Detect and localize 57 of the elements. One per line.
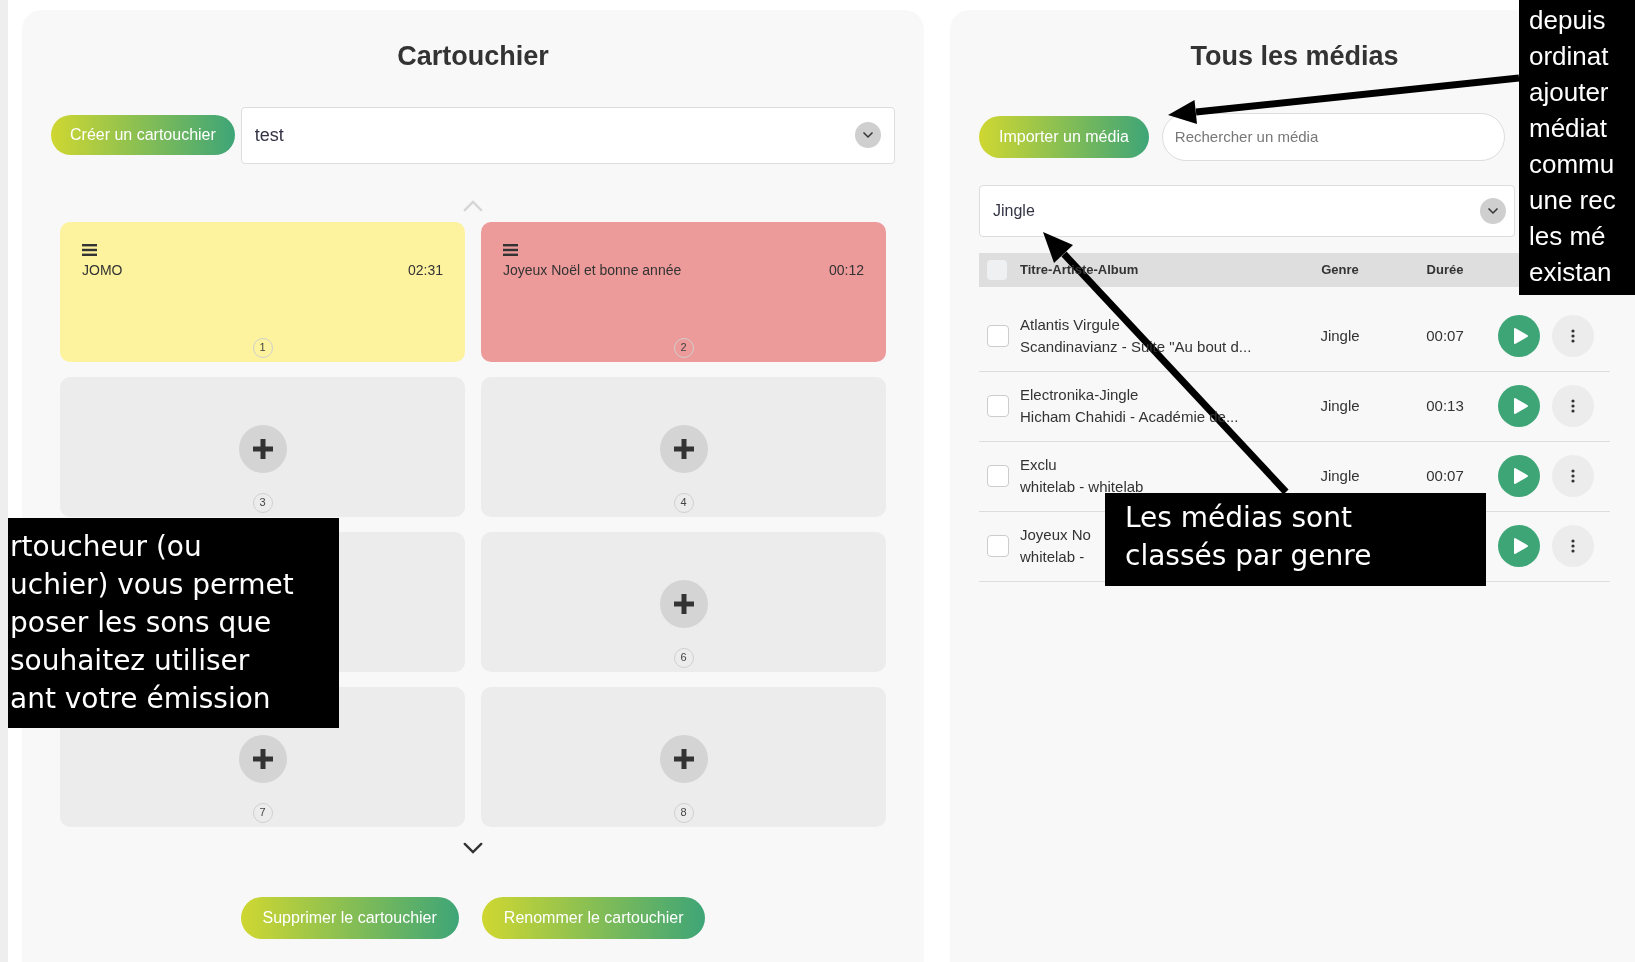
- media-title: Joyeux Noël et bonne année: [503, 260, 682, 280]
- cart-slot[interactable]: JOMO 02:31 1: [60, 221, 465, 362]
- plus-icon: [673, 438, 694, 459]
- panel-title: Cartouchier: [397, 40, 549, 73]
- duration-cell: 00:07: [1426, 327, 1464, 344]
- play-icon: [1513, 328, 1528, 344]
- annotation-tooltip: depuis ordinat ajouter médiat commu une rec les mé existan: [1519, 0, 1635, 295]
- plus-icon: [673, 593, 694, 614]
- panel-title: Tous les médias: [1190, 40, 1399, 73]
- row-checkbox[interactable]: [987, 465, 1009, 487]
- media-title: JOMO: [82, 260, 123, 280]
- annotation-tooltip: Les médias sont classés par genre: [1105, 493, 1486, 586]
- more-options-icon: [1571, 399, 1575, 413]
- duration-cell: 00:07: [1426, 467, 1464, 484]
- play-button[interactable]: [1498, 385, 1540, 427]
- duration-cell: 00:13: [1426, 397, 1464, 414]
- more-options-icon: [1571, 539, 1575, 553]
- more-options-button[interactable]: [1552, 385, 1594, 427]
- play-button[interactable]: [1498, 315, 1540, 357]
- plus-icon: [252, 438, 273, 459]
- annotation-tooltip: rtoucheur (ou uchier) vous permet poser les sons que souhaitez utiliser ant votre émission: [8, 518, 339, 728]
- play-icon: [1513, 398, 1528, 414]
- row-checkbox[interactable]: [987, 395, 1009, 417]
- row-checkbox[interactable]: [987, 535, 1009, 557]
- cartouchier-select[interactable]: test: [240, 106, 895, 164]
- search-field[interactable]: Rechercher un média: [1161, 112, 1505, 161]
- plus-icon: [252, 748, 273, 769]
- drag-handle-icon[interactable]: [503, 243, 518, 256]
- more-options-button[interactable]: [1552, 315, 1594, 357]
- genre-cell: Jingle: [1320, 327, 1360, 344]
- cart-slot[interactable]: Joyeux Noël et bonne année 00:12 2: [481, 221, 886, 362]
- media-title: Joyeux No: [1020, 525, 1091, 545]
- media-duration: 00:12: [828, 260, 864, 280]
- media-title: Electronika-Jingle: [1020, 385, 1139, 405]
- play-icon: [1513, 468, 1528, 484]
- media-duration: 02:31: [407, 260, 443, 280]
- play-button[interactable]: [1498, 525, 1540, 567]
- plus-icon: [673, 748, 694, 769]
- column-header: Genre: [1321, 260, 1359, 279]
- media-title: Exclu: [1020, 455, 1057, 475]
- media-title: Atlantis Virgule: [1020, 315, 1120, 335]
- dropdown-chevron-icon[interactable]: [855, 122, 881, 148]
- more-options-button[interactable]: [1552, 525, 1594, 567]
- scroll-down-icon[interactable]: [462, 841, 484, 855]
- more-options-button[interactable]: [1552, 455, 1594, 497]
- genre-select[interactable]: Jingle: [979, 184, 1515, 237]
- genre-cell: Jingle: [1320, 467, 1360, 484]
- genre-cell: Jingle: [1320, 397, 1360, 414]
- play-icon: [1513, 538, 1528, 554]
- drag-handle-icon[interactable]: [82, 243, 97, 256]
- dropdown-chevron-icon[interactable]: [1480, 197, 1506, 224]
- play-button[interactable]: [1498, 455, 1540, 497]
- more-options-icon: [1571, 329, 1575, 343]
- column-header: Durée: [1426, 260, 1464, 279]
- media-artist: whitelab -: [1020, 547, 1085, 567]
- more-options-icon: [1571, 469, 1575, 483]
- row-checkbox[interactable]: [987, 325, 1009, 347]
